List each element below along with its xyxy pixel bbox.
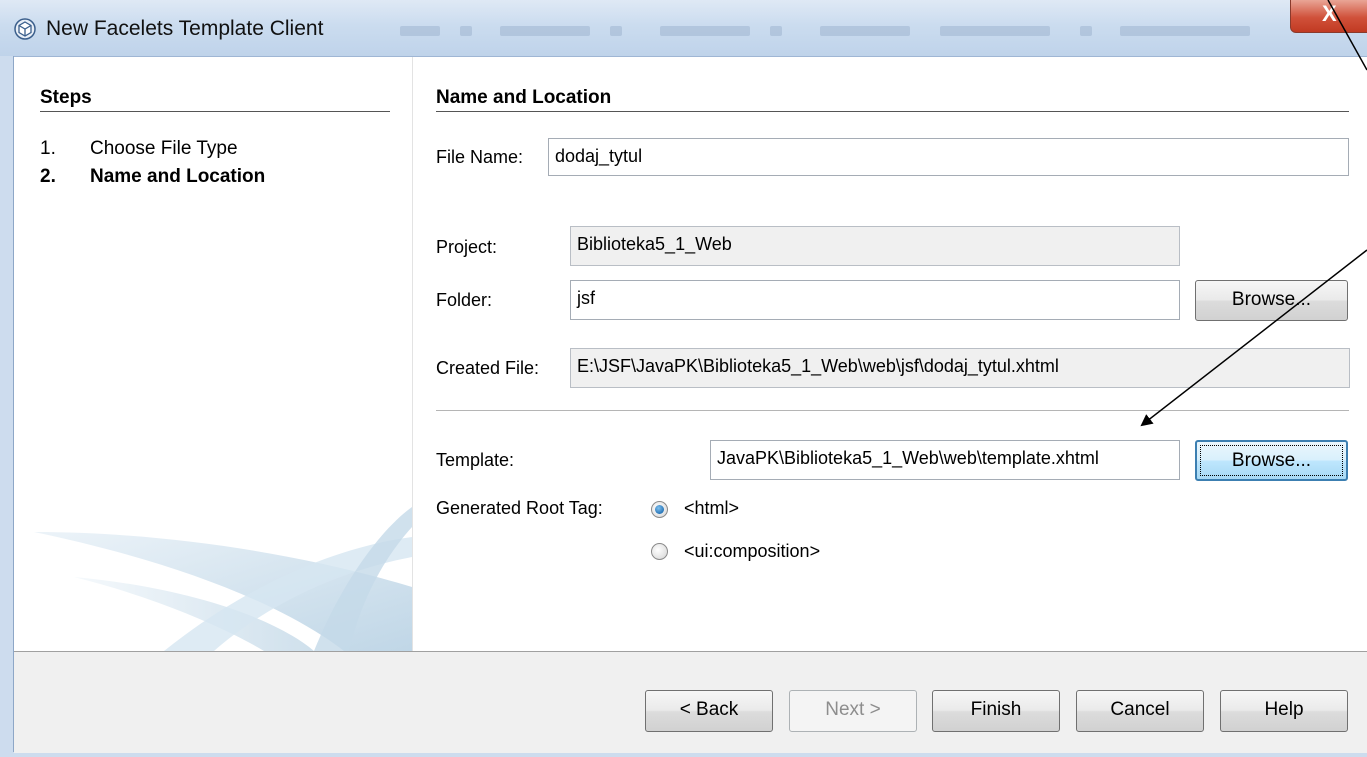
help-button[interactable]: Help xyxy=(1220,690,1348,732)
annotation-arrows xyxy=(1140,0,1367,427)
cancel-button[interactable]: Cancel xyxy=(1076,690,1204,732)
back-button[interactable]: < Back xyxy=(645,690,773,732)
next-button[interactable]: Next > xyxy=(789,690,917,732)
annotation-arrow-template xyxy=(1140,249,1367,427)
annotation-line-top xyxy=(1327,0,1367,71)
finish-button[interactable]: Finish xyxy=(932,690,1060,732)
